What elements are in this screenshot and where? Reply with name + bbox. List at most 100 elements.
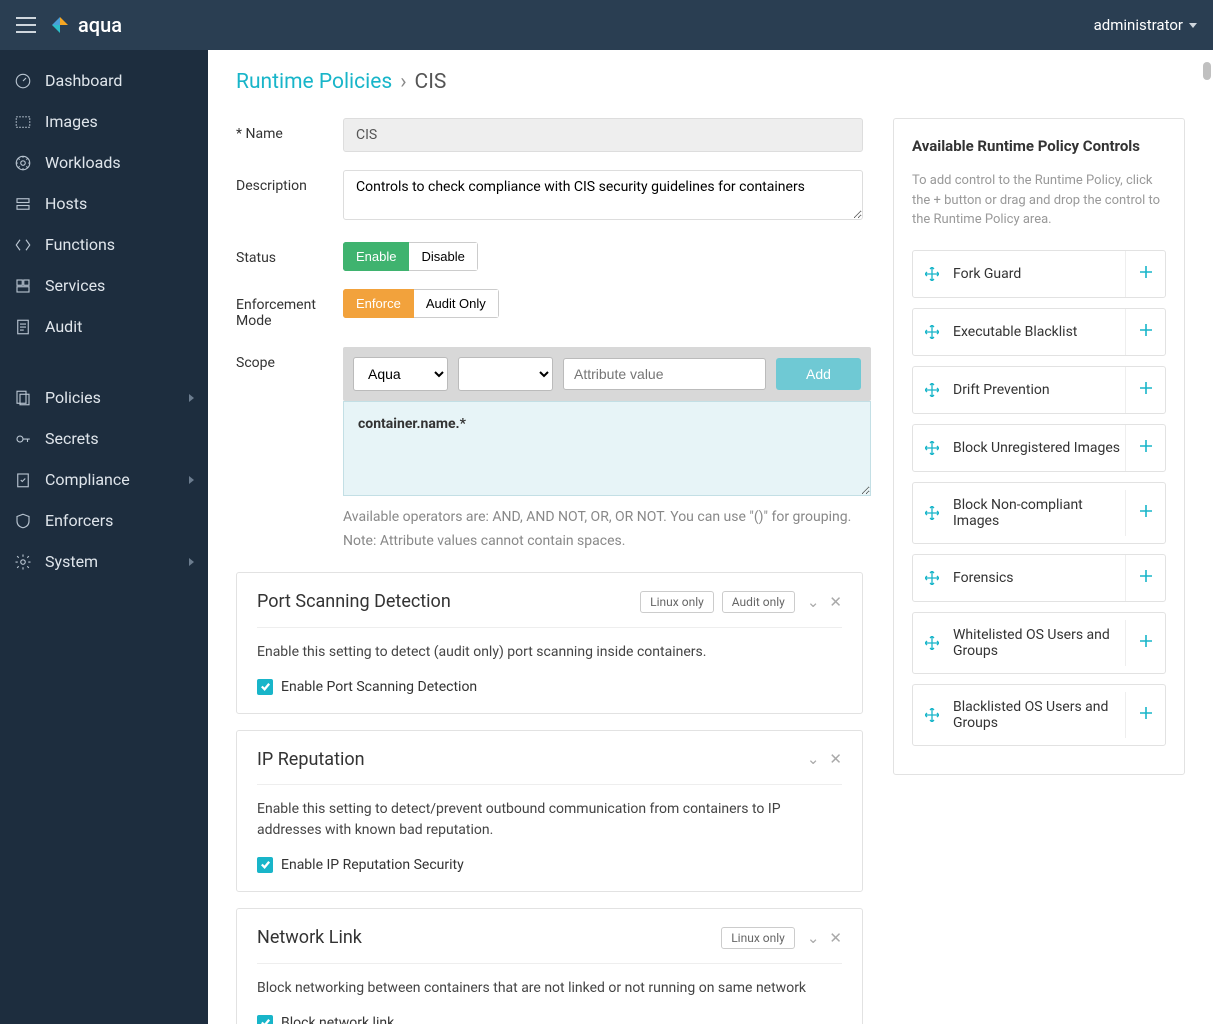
scope-label: Scope [236,347,343,371]
drag-icon[interactable] [925,441,939,455]
add-control-button[interactable] [1125,367,1165,413]
scope-expression[interactable]: container.name.* [343,401,871,496]
logo-icon [50,15,70,35]
drag-icon[interactable] [925,506,939,520]
drag-icon[interactable] [925,383,939,397]
nav-workloads[interactable]: Workloads [0,142,208,183]
side-panel-title: Available Runtime Policy Controls [912,137,1166,155]
enforcement-label: Enforcement Mode [236,289,343,329]
menu-toggle[interactable] [16,17,36,33]
nav-services[interactable]: Services [0,265,208,306]
scope-source-select[interactable]: Aqua [353,357,448,391]
panel-ip-reputation: IP Reputation ⌄ ✕ Enable this setting to… [236,730,863,892]
scope-attr-select[interactable] [458,357,553,391]
badge-linux-only: Linux only [721,927,795,949]
audit-only-button[interactable]: Audit Only [414,289,499,318]
control-item[interactable]: Blacklisted OS Users and Groups [912,684,1166,746]
nav-dashboard[interactable]: Dashboard [0,60,208,101]
close-icon[interactable]: ✕ [829,750,842,768]
panel-title: IP Reputation [257,749,795,770]
breadcrumb-parent[interactable]: Runtime Policies [236,70,392,94]
control-item[interactable]: Fork Guard [912,250,1166,298]
checkbox-label: Enable IP Reputation Security [281,857,464,873]
panel-title: Network Link [257,927,713,948]
collapse-icon[interactable]: ⌄ [807,929,820,947]
control-label: Block Unregistered Images [953,440,1125,456]
name-input [343,118,863,152]
add-control-button[interactable] [1125,490,1165,536]
add-control-button[interactable] [1125,620,1165,666]
port-scanning-checkbox[interactable] [257,679,273,695]
scope-value-input[interactable] [563,358,766,390]
panel-title: Port Scanning Detection [257,591,632,612]
description-label: Description [236,170,343,194]
control-item[interactable]: Whitelisted OS Users and Groups [912,612,1166,674]
chevron-right-icon [189,476,194,484]
control-item[interactable]: Forensics [912,554,1166,602]
drag-icon[interactable] [925,571,939,585]
images-icon [14,113,32,131]
sidebar: Dashboard Images Workloads Hosts Functio… [0,50,208,1024]
breadcrumb: Runtime Policies › CIS [236,70,1185,94]
system-icon [14,553,32,571]
nav-compliance[interactable]: Compliance [0,459,208,500]
control-label: Block Non-compliant Images [953,497,1125,529]
scrollbar[interactable] [1203,62,1211,80]
hosts-icon [14,195,32,213]
nav-audit[interactable]: Audit [0,306,208,347]
scope-hint-1: Available operators are: AND, AND NOT, O… [343,506,871,530]
control-item[interactable]: Block Non-compliant Images [912,482,1166,544]
nav-secrets[interactable]: Secrets [0,418,208,459]
nav-policies[interactable]: Policies [0,377,208,418]
enforcers-icon [14,512,32,530]
available-controls-panel: Available Runtime Policy Controls To add… [893,118,1185,775]
collapse-icon[interactable]: ⌄ [807,750,820,768]
breadcrumb-current: CIS [415,70,447,94]
nav-hosts[interactable]: Hosts [0,183,208,224]
dashboard-icon [14,72,32,90]
enforce-button[interactable]: Enforce [343,289,414,318]
services-icon [14,277,32,295]
checkbox-label: Block network link [281,1015,394,1024]
nav-system[interactable]: System [0,541,208,582]
collapse-icon[interactable]: ⌄ [807,593,820,611]
panel-description: Enable this setting to detect/prevent ou… [257,799,842,841]
chevron-right-icon: › [400,70,406,94]
network-link-checkbox[interactable] [257,1015,273,1024]
status-disable-button[interactable]: Disable [409,242,477,271]
drag-icon[interactable] [925,708,939,722]
nav-enforcers[interactable]: Enforcers [0,500,208,541]
add-control-button[interactable] [1125,425,1165,471]
scope-add-button[interactable]: Add [776,358,861,390]
drag-icon[interactable] [925,325,939,339]
description-input[interactable]: Controls to check compliance with CIS se… [343,170,863,220]
scope-hint-2: Note: Attribute values cannot contain sp… [343,530,871,554]
nav-functions[interactable]: Functions [0,224,208,265]
ip-reputation-checkbox[interactable] [257,857,273,873]
status-enable-button[interactable]: Enable [343,242,409,271]
side-panel-hint: To add control to the Runtime Policy, cl… [912,171,1166,230]
user-name: administrator [1094,16,1183,34]
user-menu[interactable]: administrator [1094,16,1197,34]
control-label: Forensics [953,570,1125,586]
compliance-icon [14,471,32,489]
nav-images[interactable]: Images [0,101,208,142]
drag-icon[interactable] [925,636,939,650]
add-control-button[interactable] [1125,309,1165,355]
panel-network-link: Network Link Linux only ⌄ ✕ Block networ… [236,908,863,1024]
chevron-right-icon [189,394,194,402]
control-item[interactable]: Drift Prevention [912,366,1166,414]
control-item[interactable]: Executable Blacklist [912,308,1166,356]
drag-icon[interactable] [925,267,939,281]
control-item[interactable]: Block Unregistered Images [912,424,1166,472]
brand-logo[interactable]: aqua [50,13,122,37]
workloads-icon [14,154,32,172]
close-icon[interactable]: ✕ [829,593,842,611]
panel-description: Enable this setting to detect (audit onl… [257,642,842,663]
add-control-button[interactable] [1125,692,1165,738]
add-control-button[interactable] [1125,251,1165,297]
name-label: * Name [236,118,343,142]
add-control-button[interactable] [1125,555,1165,601]
brand-text: aqua [78,13,122,37]
close-icon[interactable]: ✕ [829,929,842,947]
